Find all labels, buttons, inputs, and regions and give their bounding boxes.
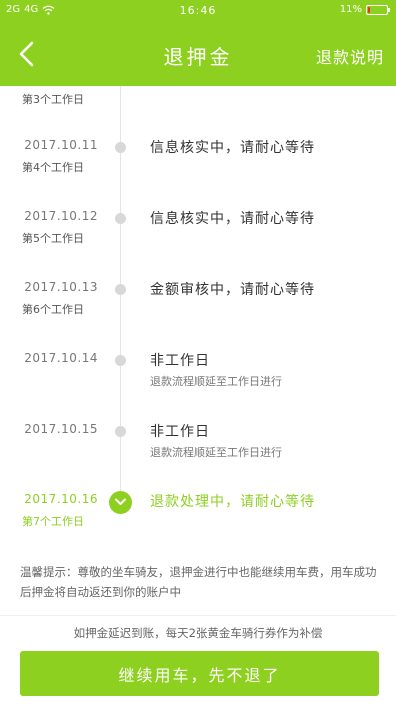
timeline-workday: 第4个工作日 <box>22 161 84 174</box>
chevron-down-icon <box>115 498 126 505</box>
timeline-note: 退款流程顺延至工作日进行 <box>150 375 282 388</box>
timeline-workday: 第7个工作日 <box>22 515 84 528</box>
status-bar: 2G 4G 16:46 11% <box>0 0 396 22</box>
timeline-status: 金额审核中，请耐心等待 <box>150 282 315 298</box>
status-right: 11% <box>339 4 390 15</box>
timeline-date: 2017.10.16 <box>24 492 98 506</box>
timeline-date: 2017.10.12 <box>24 209 98 223</box>
timeline-dot <box>115 355 126 366</box>
divider <box>0 615 396 616</box>
battery-percent-label: 11% <box>339 4 362 15</box>
timeline-dot <box>115 213 126 224</box>
battery-level <box>368 6 370 13</box>
timeline-note: 退款流程顺延至工作日进行 <box>150 446 282 459</box>
timeline-date: 2017.10.11 <box>24 138 98 152</box>
refund-timeline: 第3个工作日 2017.10.11 第4个工作日 信息核实中，请耐心等待 201… <box>0 86 396 548</box>
header-bar: 退押金 退款说明 <box>0 22 396 86</box>
status-time: 16:46 <box>179 4 217 17</box>
timeline-dot <box>115 284 126 295</box>
timeline-date: 2017.10.14 <box>24 351 98 365</box>
timeline-workday: 第6个工作日 <box>22 303 84 316</box>
battery-icon <box>366 4 390 15</box>
timeline-status: 退款处理中，请耐心等待 <box>150 494 315 510</box>
refund-info-link[interactable]: 退款说明 <box>316 44 384 68</box>
timeline-workday: 第5个工作日 <box>22 232 84 245</box>
timeline-date: 2017.10.15 <box>24 422 98 436</box>
timeline-status: 非工作日 <box>150 424 210 440</box>
timeline-status: 信息核实中，请耐心等待 <box>150 140 315 156</box>
timeline-status: 信息核实中，请耐心等待 <box>150 211 315 227</box>
continue-riding-button[interactable]: 继续用车，先不退了 <box>20 651 379 696</box>
timeline-dot <box>115 426 126 437</box>
compensation-note: 如押金延迟到账，每天2张黄金车骑行券作为补偿 <box>73 626 323 640</box>
timeline-current-dot <box>109 491 132 514</box>
warm-tip: 温馨提示：尊敬的坐车骑友，退押金进行中也能继续用车费，用车成功后押金将自动返还到… <box>20 565 377 599</box>
timeline-date: 2017.10.13 <box>24 280 98 294</box>
timeline-top-workday: 第3个工作日 <box>22 93 84 106</box>
timeline-status: 非工作日 <box>150 353 210 369</box>
timeline-dot <box>115 142 126 153</box>
